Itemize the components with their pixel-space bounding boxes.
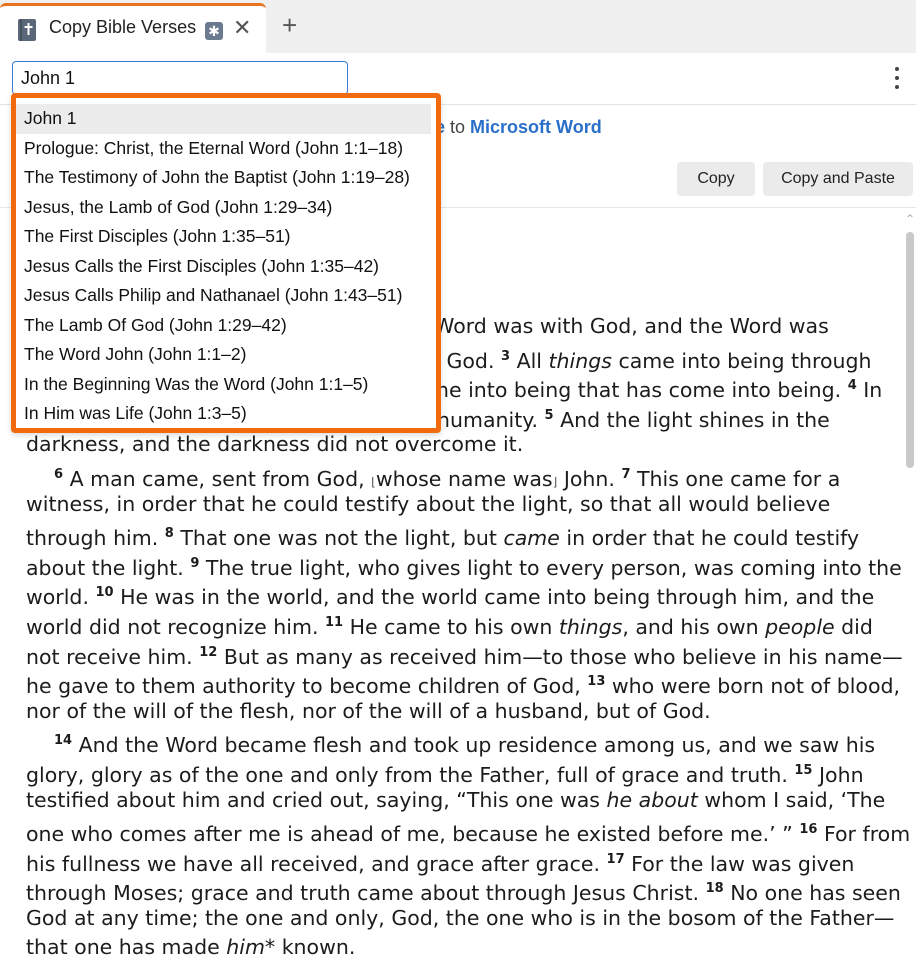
close-icon[interactable]: ✕ — [233, 17, 251, 39]
suggestion-item[interactable]: Jesus, the Lamb of God (John 1:29–34) — [16, 193, 436, 223]
passage-line: world. 10 He was in the world, and the w… — [26, 585, 875, 610]
passage-line: about the light. 9 The true light, who g… — [26, 555, 902, 580]
reference-suggestions-dropdown: John 1 Prologue: Christ, the Eternal Wor… — [11, 93, 441, 433]
verse-number: 4 — [847, 378, 857, 394]
verse-number: 3 — [501, 348, 511, 364]
copy-connector: to — [445, 117, 471, 137]
verse-number: 9 — [190, 555, 200, 571]
passage-line: world did not recognize him. 11 He came … — [26, 614, 873, 639]
verse-number: 6 — [54, 466, 64, 482]
tab-bar: Copy Bible Verses ✱ ✕ + — [0, 0, 916, 53]
copy-button[interactable]: Copy — [677, 162, 755, 196]
passage-line: through Moses; grace and truth came abou… — [26, 881, 901, 906]
scrollbar-thumb[interactable] — [906, 232, 914, 468]
verse-number: 18 — [705, 881, 724, 897]
reference-search-input[interactable] — [12, 61, 348, 95]
verse-number: 14 — [54, 733, 73, 749]
verse-number: 11 — [325, 614, 344, 630]
bible-icon — [18, 19, 36, 41]
more-options-icon[interactable] — [891, 67, 903, 93]
passage-line: darkness, and the darkness did not overc… — [26, 432, 524, 457]
destination-app-link[interactable]: Microsoft Word — [470, 117, 602, 137]
suggestion-item[interactable]: In the Beginning Was the Word (John 1:1–… — [16, 370, 436, 400]
verse-number: 16 — [799, 822, 818, 838]
verse-number: 13 — [587, 674, 606, 690]
copy-and-paste-button[interactable]: Copy and Paste — [763, 162, 913, 196]
passage-line: witness, in order that he could testify … — [26, 491, 831, 516]
copy-format-description: le to Microsoft Word — [430, 117, 602, 138]
passage-line: glory, glory as of the one and only from… — [26, 762, 864, 787]
suggestion-item[interactable]: Jesus Calls Philip and Nathanael (John 1… — [16, 281, 436, 311]
passage-line: his fullness we have all received, and g… — [26, 851, 855, 876]
suggestion-item[interactable]: Jesus Calls the First Disciples (John 1:… — [16, 252, 436, 282]
passage-line: 14 And the Word became flesh and took up… — [54, 733, 876, 758]
suggestion-item[interactable]: John 1 — [16, 104, 431, 134]
suggestion-item[interactable]: The Testimony of John the Baptist (John … — [16, 163, 436, 193]
tab-title: Copy Bible Verses — [49, 17, 197, 37]
scroll-up-icon[interactable]: ⌃ — [905, 212, 915, 226]
passage-line: 6 A man came, sent from God, ⌊whose name… — [54, 466, 841, 491]
add-tab-icon[interactable]: + — [282, 12, 297, 38]
pin-icon[interactable]: ✱ — [205, 22, 223, 40]
passage-line: through him. 8 That one was not the ligh… — [26, 526, 860, 551]
passage-line: nor of the will of the flesh, nor of the… — [26, 698, 711, 723]
verse-number: 8 — [164, 526, 174, 542]
suggestion-item[interactable]: The Lamb Of God (John 1:29–42) — [16, 311, 436, 341]
passage-line: not receive him. 12 But as many as recei… — [26, 644, 903, 669]
verse-number: 5 — [544, 407, 554, 423]
suggestion-item[interactable]: In Him was Life (John 1:3–5) — [16, 399, 436, 429]
passage-line: one who comes after me is ahead of me, b… — [26, 822, 911, 847]
passage-line: he gave to them authority to become chil… — [26, 674, 901, 699]
suggestion-item[interactable]: The Word John (John 1:1–2) — [16, 340, 436, 370]
suggestion-item[interactable]: The First Disciples (John 1:35–51) — [16, 222, 436, 252]
verse-number: 15 — [794, 762, 813, 778]
tab-copy-bible-verses[interactable]: Copy Bible Verses ✱ ✕ — [0, 3, 266, 53]
passage-line: God at any time; the one and only, God, … — [26, 905, 895, 930]
verse-number: 10 — [95, 585, 114, 601]
passage-line: testified about him and cried out, sayin… — [26, 787, 886, 812]
verse-number: 12 — [199, 644, 218, 660]
suggestion-item[interactable]: Prologue: Christ, the Eternal Word (John… — [16, 134, 436, 164]
verse-number: 17 — [606, 851, 625, 867]
passage-line: that one has made him* known. — [26, 935, 356, 960]
